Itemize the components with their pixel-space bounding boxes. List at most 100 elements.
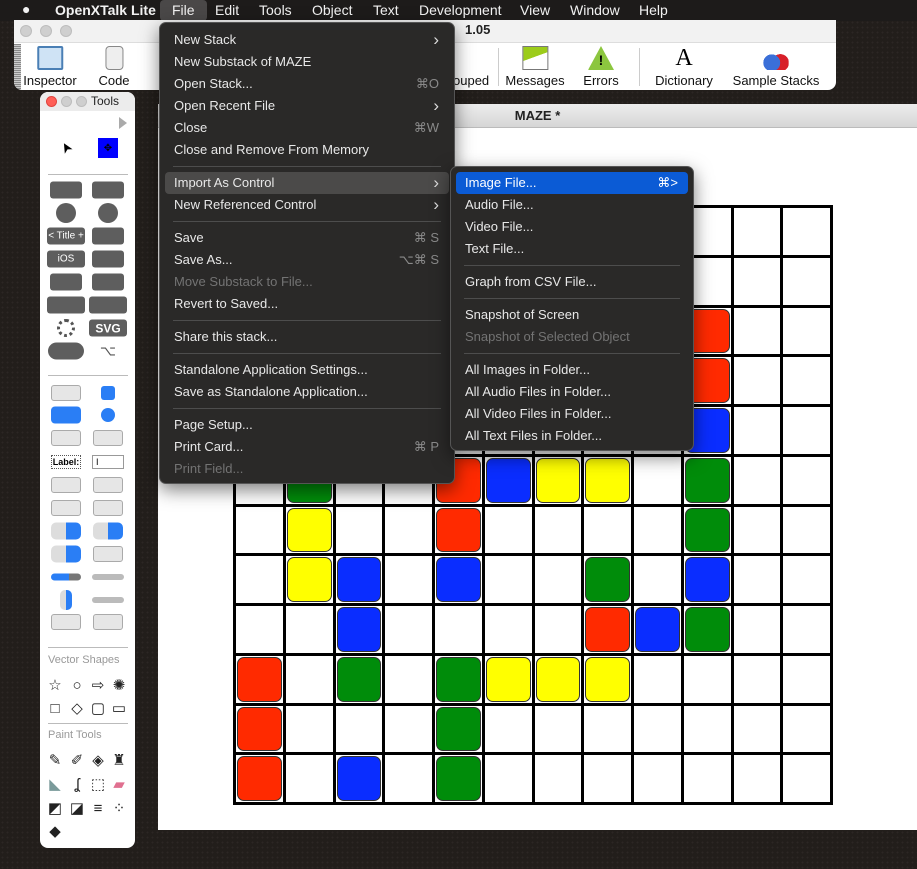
palette-zoom-button[interactable] xyxy=(76,96,87,107)
maze-tile[interactable] xyxy=(237,756,282,801)
maze-cell[interactable] xyxy=(385,506,432,554)
lasso-tool[interactable]: ʆ xyxy=(68,775,86,793)
close-button[interactable] xyxy=(20,25,32,37)
maze-cell[interactable] xyxy=(385,606,432,653)
maze-cell[interactable] xyxy=(484,456,532,504)
menu-item-close[interactable]: Close ⌘W xyxy=(165,117,449,139)
oval-tool[interactable]: ○ xyxy=(68,676,86,694)
select-tool[interactable]: ⬚ xyxy=(89,775,107,793)
toolbar-dictionary-button[interactable]: A Dictionary xyxy=(655,46,713,88)
default-button-tool[interactable] xyxy=(51,406,81,424)
maze-tile[interactable] xyxy=(336,656,382,702)
slider-tool[interactable] xyxy=(92,574,124,580)
menu-item-share-this-stack[interactable]: Share this stack... xyxy=(165,326,449,348)
maze-cell[interactable] xyxy=(733,357,781,404)
palette-close-button[interactable] xyxy=(46,96,57,107)
maze-tile[interactable] xyxy=(436,507,481,553)
maze-cell[interactable] xyxy=(385,655,432,703)
maze-tile[interactable] xyxy=(585,557,630,602)
menu-item-revert-to-saved[interactable]: Revert to Saved... xyxy=(165,293,449,315)
maze-cell[interactable] xyxy=(733,655,781,703)
menu-item-snapshot-of-screen[interactable]: Snapshot of Screen xyxy=(456,304,688,326)
maze-cell[interactable] xyxy=(236,556,283,603)
menu-view[interactable]: View xyxy=(520,2,550,19)
maze-cell[interactable] xyxy=(236,655,283,703)
maze-cell[interactable] xyxy=(733,208,781,255)
maze-tile[interactable] xyxy=(585,656,630,702)
menu-item-all-text-files-in-folder[interactable]: All Text Files in Folder... xyxy=(456,425,688,447)
list-field-tool[interactable] xyxy=(51,500,81,516)
maze-tile[interactable] xyxy=(684,557,730,602)
menu-item-open-recent-file[interactable]: Open Recent File › xyxy=(165,95,449,117)
scrollbar-tool[interactable] xyxy=(92,597,124,603)
menu-item-close-and-remove-from-memory[interactable]: Close and Remove From Memory xyxy=(165,139,449,161)
maze-cell[interactable] xyxy=(783,506,830,554)
maze-cell[interactable] xyxy=(783,208,830,255)
menu-item-all-images-in-folder[interactable]: All Images in Folder... xyxy=(456,359,688,381)
menu-item-text-file[interactable]: Text File... xyxy=(456,238,688,260)
scrolling-field-tool[interactable] xyxy=(51,477,81,493)
radio-button-tool[interactable] xyxy=(101,408,115,422)
menu-text[interactable]: Text xyxy=(373,2,399,19)
tree-view-tool[interactable]: ⌥ xyxy=(92,343,124,360)
maze-cell[interactable] xyxy=(634,705,681,753)
callout-tool[interactable]: ▭ xyxy=(110,699,128,717)
maze-tile[interactable] xyxy=(336,557,382,602)
minimize-button[interactable] xyxy=(40,25,52,37)
maze-tile[interactable] xyxy=(684,457,730,503)
maze-cell[interactable] xyxy=(534,755,582,802)
menu-development[interactable]: Development xyxy=(419,2,502,19)
maze-cell[interactable] xyxy=(683,606,731,653)
combo-box-tool[interactable] xyxy=(51,545,81,563)
rectangle-button-tool[interactable] xyxy=(51,430,81,446)
spinner-tool[interactable] xyxy=(57,319,75,337)
maze-cell[interactable] xyxy=(435,606,482,653)
maze-tile[interactable] xyxy=(286,557,332,602)
bucket-tool[interactable]: ◈ xyxy=(89,751,107,769)
menu-item-save-as-standalone-application[interactable]: Save as Standalone Application... xyxy=(165,381,449,403)
shape-option-tool[interactable]: ◆ xyxy=(46,822,64,840)
maze-cell[interactable] xyxy=(285,655,333,703)
maze-tile[interactable] xyxy=(286,507,332,553)
maze-cell[interactable] xyxy=(683,655,731,703)
data-grid-tool[interactable] xyxy=(93,500,123,516)
arrow-tool[interactable]: ⇨ xyxy=(89,676,107,694)
maze-cell[interactable] xyxy=(683,705,731,753)
apple-icon[interactable]: ● xyxy=(22,1,30,18)
maze-tile[interactable] xyxy=(585,457,630,503)
maze-cell[interactable] xyxy=(783,606,830,653)
menu-item-save-as[interactable]: Save As... ⌥⌘ S xyxy=(165,249,449,271)
maze-cell[interactable] xyxy=(634,755,681,802)
switch-toggle-tool[interactable] xyxy=(48,342,84,360)
segmented-control-tool[interactable] xyxy=(89,296,127,314)
expand-triangle-icon[interactable] xyxy=(119,117,127,129)
maze-cell[interactable] xyxy=(335,705,383,753)
maze-cell[interactable] xyxy=(584,755,631,802)
maze-tile[interactable] xyxy=(436,756,481,801)
menu-window[interactable]: Window xyxy=(570,2,620,19)
image-tool[interactable] xyxy=(51,614,81,630)
toolbar-inspector-button[interactable]: Inspector xyxy=(23,46,77,88)
maze-cell[interactable] xyxy=(435,705,482,753)
maze-cell[interactable] xyxy=(783,407,830,454)
maze-cell[interactable] xyxy=(733,307,781,355)
maze-cell[interactable] xyxy=(435,755,482,802)
maze-cell[interactable] xyxy=(335,506,383,554)
menu-item-print-card[interactable]: Print Card... ⌘ P xyxy=(165,436,449,458)
maze-cell[interactable] xyxy=(435,655,482,703)
maze-cell[interactable] xyxy=(335,556,383,603)
maze-cell[interactable] xyxy=(783,357,830,404)
maze-tile[interactable] xyxy=(585,607,630,652)
maze-cell[interactable] xyxy=(236,755,283,802)
diamond-tool[interactable]: ◇ xyxy=(68,699,86,717)
maze-cell[interactable] xyxy=(634,506,681,554)
maze-cell[interactable] xyxy=(285,755,333,802)
pulldown-menu-tool[interactable] xyxy=(93,522,123,540)
maze-tile[interactable] xyxy=(436,656,481,702)
pencil-tool[interactable]: ✎ xyxy=(46,751,64,769)
maze-cell[interactable] xyxy=(385,755,432,802)
maze-cell[interactable] xyxy=(335,755,383,802)
maze-cell[interactable] xyxy=(783,705,830,753)
little-arrows-tool[interactable] xyxy=(60,590,72,610)
maze-tile[interactable] xyxy=(535,656,581,702)
